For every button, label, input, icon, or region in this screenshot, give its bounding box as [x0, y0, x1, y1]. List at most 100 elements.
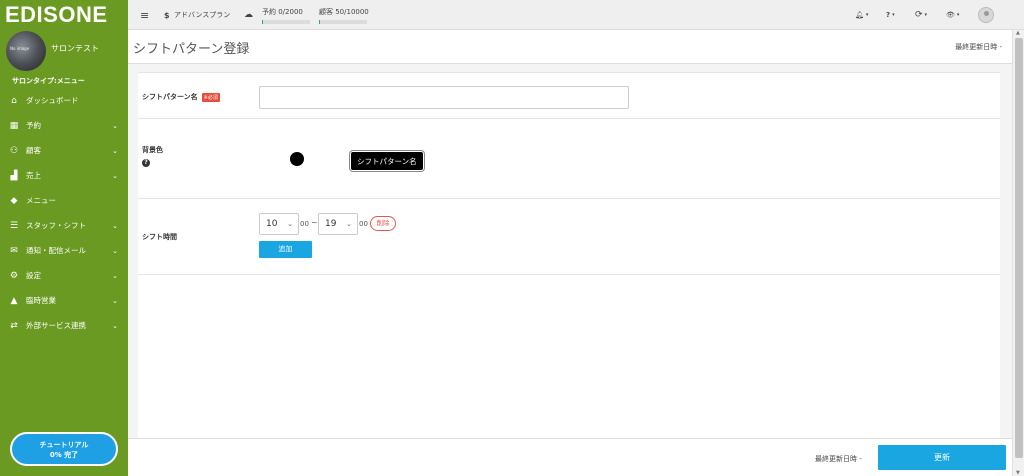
help-dropdown[interactable]: ? ▾ — [886, 0, 895, 30]
avatar[interactable]: No image — [6, 31, 46, 71]
sidebar-item-menu[interactable]: ◆ メニュー — [0, 188, 128, 213]
shift-time-label: シフト時間 — [142, 233, 177, 241]
sidebar-item-customers[interactable]: ⚇ 顧客 ⌄ — [0, 138, 128, 163]
plan-name: アドバンスプラン — [174, 11, 231, 19]
sidebar-item-temporary-business[interactable]: ▲ 臨時営業 ⌄ — [0, 288, 128, 313]
start-hour-select[interactable]: 10 ⌄ — [259, 213, 299, 235]
sidebar-item-label: 設定 — [26, 271, 41, 280]
view-dropdown[interactable]: 👁︎ ▾ — [946, 0, 959, 30]
chevron-down-icon: ⌄ — [346, 220, 352, 228]
customer-usage-fill — [319, 20, 321, 24]
chevron-down-icon: ⌄ — [287, 220, 293, 228]
shift-pattern-name-label-text: シフトパターン名 — [142, 93, 198, 101]
footer-bar: 最終更新日時 - 更新 — [128, 438, 1012, 476]
time-separator: ~ — [311, 218, 318, 227]
shift-pattern-name-input[interactable] — [259, 86, 629, 109]
end-hour-value: 19 — [325, 219, 337, 229]
tag-icon: ◆ — [10, 195, 18, 206]
last-updated-top: 最終更新日時 - — [955, 43, 1002, 51]
salon-name: サロンテスト — [51, 44, 99, 53]
gear-icon: ⚙ — [9, 270, 19, 281]
last-updated-bottom: 最終更新日時 - — [815, 455, 862, 463]
notifications-dropdown[interactable]: 🔔︎ ▾ — [855, 0, 868, 30]
chevron-down-icon: ⌄ — [112, 146, 118, 155]
sidebar-item-label: 通知・配信メール — [26, 246, 86, 255]
calendar-icon: ▦ — [9, 120, 19, 131]
reservation-usage-bar — [262, 20, 310, 24]
sidebar-item-notifications[interactable]: ✉ 通知・配信メール ⌄ — [0, 238, 128, 263]
hamburger-menu-icon[interactable]: ≡ — [140, 0, 149, 30]
sidebar-item-sales[interactable]: ▟ 売上 ⌄ — [0, 163, 128, 188]
sidebar-item-settings[interactable]: ⚙ 設定 ⌄ — [0, 263, 128, 288]
scroll-up-icon[interactable]: ▲ — [1016, 30, 1020, 36]
warning-icon: ▲ — [10, 295, 18, 306]
required-badge: ※必須 — [201, 92, 220, 102]
home-icon: ⌂ — [11, 95, 17, 106]
scroll-down-icon[interactable]: ▼ — [1016, 470, 1020, 476]
divider — [138, 198, 1000, 199]
sidebar-item-label: 顧客 — [26, 146, 41, 155]
end-hour-select[interactable]: 19 ⌄ — [318, 213, 358, 235]
divider — [138, 72, 1000, 73]
main-content: シフトパターン名 ※必須 背景色 ? シフトパターン名 シフト時間 10 ⌄ 00… — [128, 64, 1012, 438]
chevron-down-icon: ⌄ — [112, 121, 118, 130]
salon-type: サロンタイプ:メニュー — [12, 77, 85, 85]
sidebar-item-label: スタッフ・シフト — [26, 221, 86, 230]
chevron-down-icon: ⌄ — [112, 221, 118, 230]
shift-pattern-preview: シフトパターン名 — [350, 151, 424, 171]
top-bar: ≡ $ アドバンスプラン ☁ 予約 0/2000 顧客 50/10000 🔔︎ … — [128, 0, 1024, 30]
customer-usage-bar — [319, 20, 367, 24]
tutorial-button[interactable]: チュートリアル 0% 完了 — [10, 432, 118, 466]
sidebar-item-label: 予約 — [26, 121, 41, 130]
chevron-down-icon: ⌄ — [112, 296, 118, 305]
chevron-down-icon: ⌄ — [112, 321, 118, 330]
sidebar-menu: ⌂ ダッシュボード ▦ 予約 ⌄ ⚇ 顧客 ⌄ ▟ 売上 ⌄ ◆ メニュー ☰ … — [0, 88, 128, 338]
scrollbar-thumb[interactable] — [1015, 38, 1023, 458]
sidebar-item-dashboard[interactable]: ⌂ ダッシュボード — [0, 88, 128, 113]
refresh-dropdown[interactable]: ⟳ ▾ — [915, 0, 927, 30]
refresh-icon: ⟳ — [915, 10, 923, 20]
sidebar-item-label: メニュー — [26, 196, 56, 205]
start-hour-value: 10 — [266, 219, 278, 229]
shift-pattern-name-label: シフトパターン名 ※必須 — [142, 92, 220, 102]
page-title: シフトパターン登録 — [133, 42, 250, 57]
sidebar-item-staff-shift[interactable]: ☰ スタッフ・シフト ⌄ — [0, 213, 128, 238]
divider — [138, 274, 1000, 275]
help-circle-icon[interactable]: ? — [142, 159, 150, 167]
mail-icon: ✉ — [10, 245, 18, 256]
avatar-placeholder-text: No image — [10, 46, 30, 51]
color-picker[interactable] — [290, 152, 304, 166]
brand-logo[interactable]: EDISONE — [0, 0, 128, 30]
chevron-down-icon: ⌄ — [112, 171, 118, 180]
background-color-label: 背景色 — [142, 146, 163, 154]
end-minute: 00 — [359, 220, 368, 228]
eye-icon: 👁︎ — [946, 11, 955, 19]
sidebar-item-external-services[interactable]: ⇄ 外部サービス連携 ⌄ — [0, 313, 128, 338]
tutorial-title: チュートリアル — [39, 441, 89, 449]
user-avatar-icon[interactable] — [978, 7, 994, 23]
page-header: シフトパターン登録 最終更新日時 - — [128, 30, 1012, 64]
exchange-icon: ⇄ — [10, 320, 18, 331]
start-minute: 00 — [300, 220, 309, 228]
sidebar-item-reservations[interactable]: ▦ 予約 ⌄ — [0, 113, 128, 138]
scrollbar[interactable]: ▲ ▼ — [1012, 30, 1024, 476]
chevron-down-icon: ⌄ — [112, 271, 118, 280]
sidebar-item-label: ダッシュボード — [26, 96, 79, 105]
chart-icon: ▟ — [10, 170, 18, 181]
sidebar-item-label: 外部サービス連携 — [26, 321, 86, 330]
caret-down-icon: ▾ — [865, 12, 869, 18]
add-button[interactable]: 追加 — [259, 241, 312, 258]
caret-down-icon: ▾ — [956, 12, 960, 18]
divider — [138, 118, 1000, 119]
sidebar-item-label: 売上 — [26, 171, 41, 180]
users-icon: ⚇ — [9, 145, 19, 156]
sidebar-item-label: 臨時営業 — [26, 296, 56, 305]
update-button[interactable]: 更新 — [878, 445, 1006, 470]
question-icon: ? — [886, 11, 891, 19]
delete-button[interactable]: 削除 — [370, 216, 396, 231]
sliders-icon: ☰ — [9, 220, 19, 231]
caret-down-icon: ▾ — [924, 12, 928, 18]
chevron-down-icon: ⌄ — [112, 246, 118, 255]
tutorial-progress: 0% 完了 — [49, 451, 79, 459]
dollar-icon: $ — [164, 10, 170, 20]
